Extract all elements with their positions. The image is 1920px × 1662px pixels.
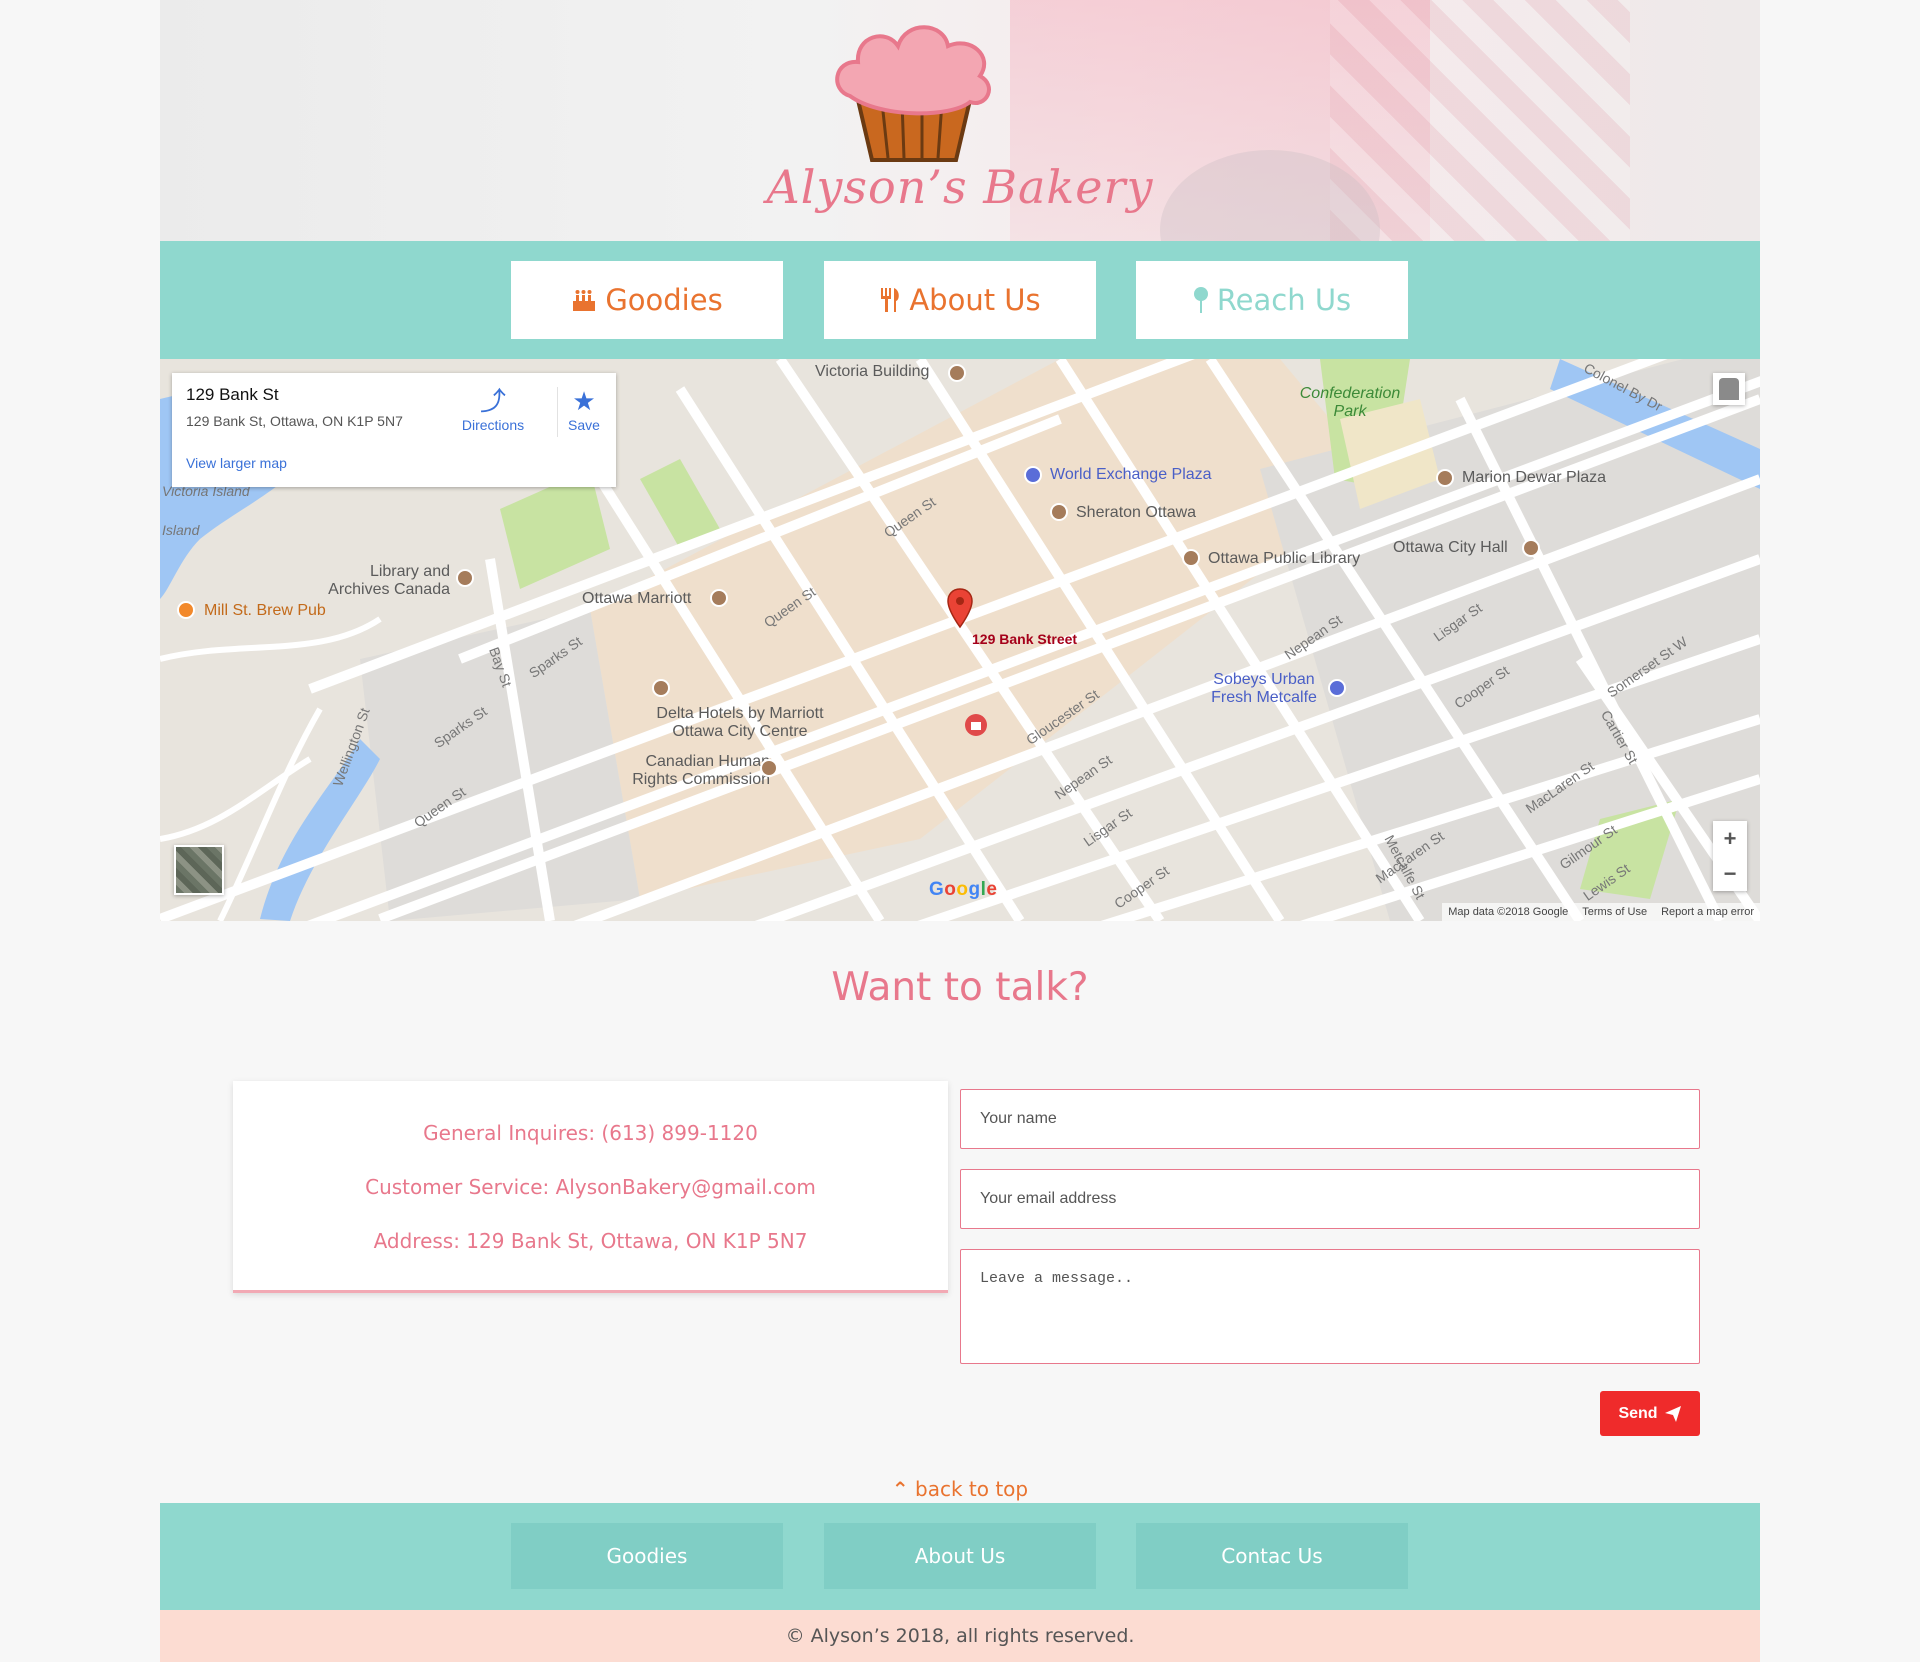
footer-about-link[interactable]: About Us bbox=[824, 1523, 1096, 1589]
place-title: 129 Bank St bbox=[186, 385, 279, 404]
cupcake-logo-icon[interactable] bbox=[820, 10, 1010, 170]
send-button[interactable]: Send bbox=[1600, 1391, 1700, 1436]
star-icon: ★ bbox=[572, 386, 596, 416]
terms-link[interactable]: Terms of Use bbox=[1582, 906, 1647, 918]
satellite-toggle[interactable] bbox=[174, 845, 224, 895]
embedded-map[interactable]: Victoria Building World Exchange Plaza S… bbox=[160, 359, 1760, 921]
map-label: Canadian Human Rights Commission bbox=[632, 753, 770, 788]
back-to-top-label: back to top bbox=[915, 1477, 1029, 1501]
contact-info-card: General Inquires: (613) 899-1120 Custome… bbox=[233, 1081, 948, 1293]
map-label: Sheraton Ottawa bbox=[1076, 504, 1197, 521]
footer-contact-link[interactable]: Contac Us bbox=[1136, 1523, 1408, 1589]
header-banner: Alyson’s Bakery bbox=[160, 0, 1760, 241]
map-label: Mill St. Brew Pub bbox=[204, 602, 326, 619]
message-textarea[interactable]: Leave a message.. bbox=[960, 1249, 1700, 1364]
nav-goodies-button[interactable]: Goodies bbox=[511, 261, 783, 339]
map-label: Ottawa City Hall bbox=[1393, 539, 1508, 556]
government-icon[interactable] bbox=[760, 759, 778, 777]
chevron-up-icon: ⌃ bbox=[891, 1477, 909, 1501]
map-label: Ottawa Public Library bbox=[1208, 550, 1361, 567]
plaza-icon[interactable] bbox=[1436, 469, 1454, 487]
map-label: Marion Dewar Plaza bbox=[1462, 469, 1607, 486]
location-pin-icon[interactable] bbox=[946, 587, 974, 631]
nav-about-button[interactable]: About Us bbox=[824, 261, 1096, 339]
main-nav: Goodies About Us Reach Us bbox=[160, 241, 1760, 359]
map-label: Island bbox=[162, 522, 200, 538]
map-label: Sobeys Urban Fresh Metcalfe bbox=[1211, 671, 1317, 706]
grocery-icon[interactable] bbox=[1328, 679, 1346, 697]
map-label: Ottawa Marriott bbox=[582, 590, 692, 607]
view-larger-map-link[interactable]: View larger map bbox=[186, 455, 287, 471]
footer-nav: Goodies About Us Contac Us bbox=[160, 1503, 1760, 1610]
shopping-icon[interactable] bbox=[1024, 466, 1042, 484]
shopping-bag-icon[interactable] bbox=[964, 713, 988, 737]
email-input[interactable]: Your email address bbox=[960, 1169, 1700, 1229]
general-inquiries: General Inquires: (613) 899-1120 bbox=[423, 1121, 758, 1145]
map-attribution: Map data ©2018 Google Terms of Use Repor… bbox=[1442, 903, 1760, 921]
google-logo: Google bbox=[929, 879, 998, 900]
directions-label: Directions bbox=[461, 417, 525, 433]
map-label: World Exchange Plaza bbox=[1050, 466, 1212, 483]
map-pin-icon bbox=[1193, 287, 1208, 313]
cake-icon bbox=[573, 290, 596, 311]
nav-reach-button[interactable]: Reach Us bbox=[1136, 261, 1408, 339]
contact-heading: Want to talk? bbox=[831, 965, 1089, 1010]
cutlery-icon bbox=[881, 288, 900, 312]
customer-service: Customer Service: AlysonBakery@gmail.com bbox=[365, 1175, 816, 1199]
city-hall-icon[interactable] bbox=[1522, 539, 1540, 557]
directions-button[interactable]: ⤴ Directions bbox=[453, 385, 533, 433]
nav-reach-label: Reach Us bbox=[1216, 283, 1352, 317]
landmark-icon[interactable] bbox=[948, 364, 966, 382]
zoom-out-button[interactable]: − bbox=[1713, 856, 1747, 891]
copyright: © Alyson’s 2018, all rights reserved. bbox=[160, 1610, 1760, 1662]
hotel-icon[interactable] bbox=[652, 679, 670, 697]
nav-goodies-label: Goodies bbox=[605, 283, 723, 317]
restaurant-icon[interactable] bbox=[177, 601, 195, 619]
map-label: Confederation Park bbox=[1299, 385, 1401, 420]
paper-plane-icon bbox=[1664, 1405, 1681, 1422]
place-address: 129 Bank St, Ottawa, ON K1P 5N7 bbox=[186, 413, 403, 429]
save-place-button[interactable]: ★ Save bbox=[544, 385, 624, 433]
name-input[interactable]: Your name bbox=[960, 1089, 1700, 1149]
street-view-icon[interactable] bbox=[1713, 373, 1745, 405]
send-label: Send bbox=[1618, 1404, 1658, 1422]
nav-about-label: About Us bbox=[909, 283, 1041, 317]
zoom-controls: + − bbox=[1713, 821, 1747, 891]
back-to-top-link[interactable]: ⌃ back to top bbox=[0, 1477, 1920, 1501]
save-label: Save bbox=[568, 417, 600, 433]
directions-icon: ⤴ bbox=[479, 386, 506, 416]
report-error-link[interactable]: Report a map error bbox=[1661, 906, 1754, 918]
map-label: Victoria Building bbox=[815, 363, 930, 380]
address: Address: 129 Bank St, Ottawa, ON K1P 5N7 bbox=[373, 1229, 808, 1253]
map-label: Delta Hotels by Marriott Ottawa City Cen… bbox=[656, 705, 824, 740]
pin-label: 129 Bank Street bbox=[972, 631, 1078, 647]
hotel-icon[interactable] bbox=[1050, 503, 1068, 521]
brand-name: Alyson’s Bakery bbox=[766, 160, 1154, 214]
library-icon[interactable] bbox=[456, 569, 474, 587]
place-info-card: 129 Bank St 129 Bank St, Ottawa, ON K1P … bbox=[172, 373, 616, 487]
zoom-in-button[interactable]: + bbox=[1713, 821, 1747, 856]
footer-goodies-link[interactable]: Goodies bbox=[511, 1523, 783, 1589]
library-icon[interactable] bbox=[1182, 549, 1200, 567]
map-data-text: Map data ©2018 Google bbox=[1448, 906, 1569, 918]
hotel-icon[interactable] bbox=[710, 589, 728, 607]
map-label: Library and Archives Canada bbox=[328, 563, 450, 598]
